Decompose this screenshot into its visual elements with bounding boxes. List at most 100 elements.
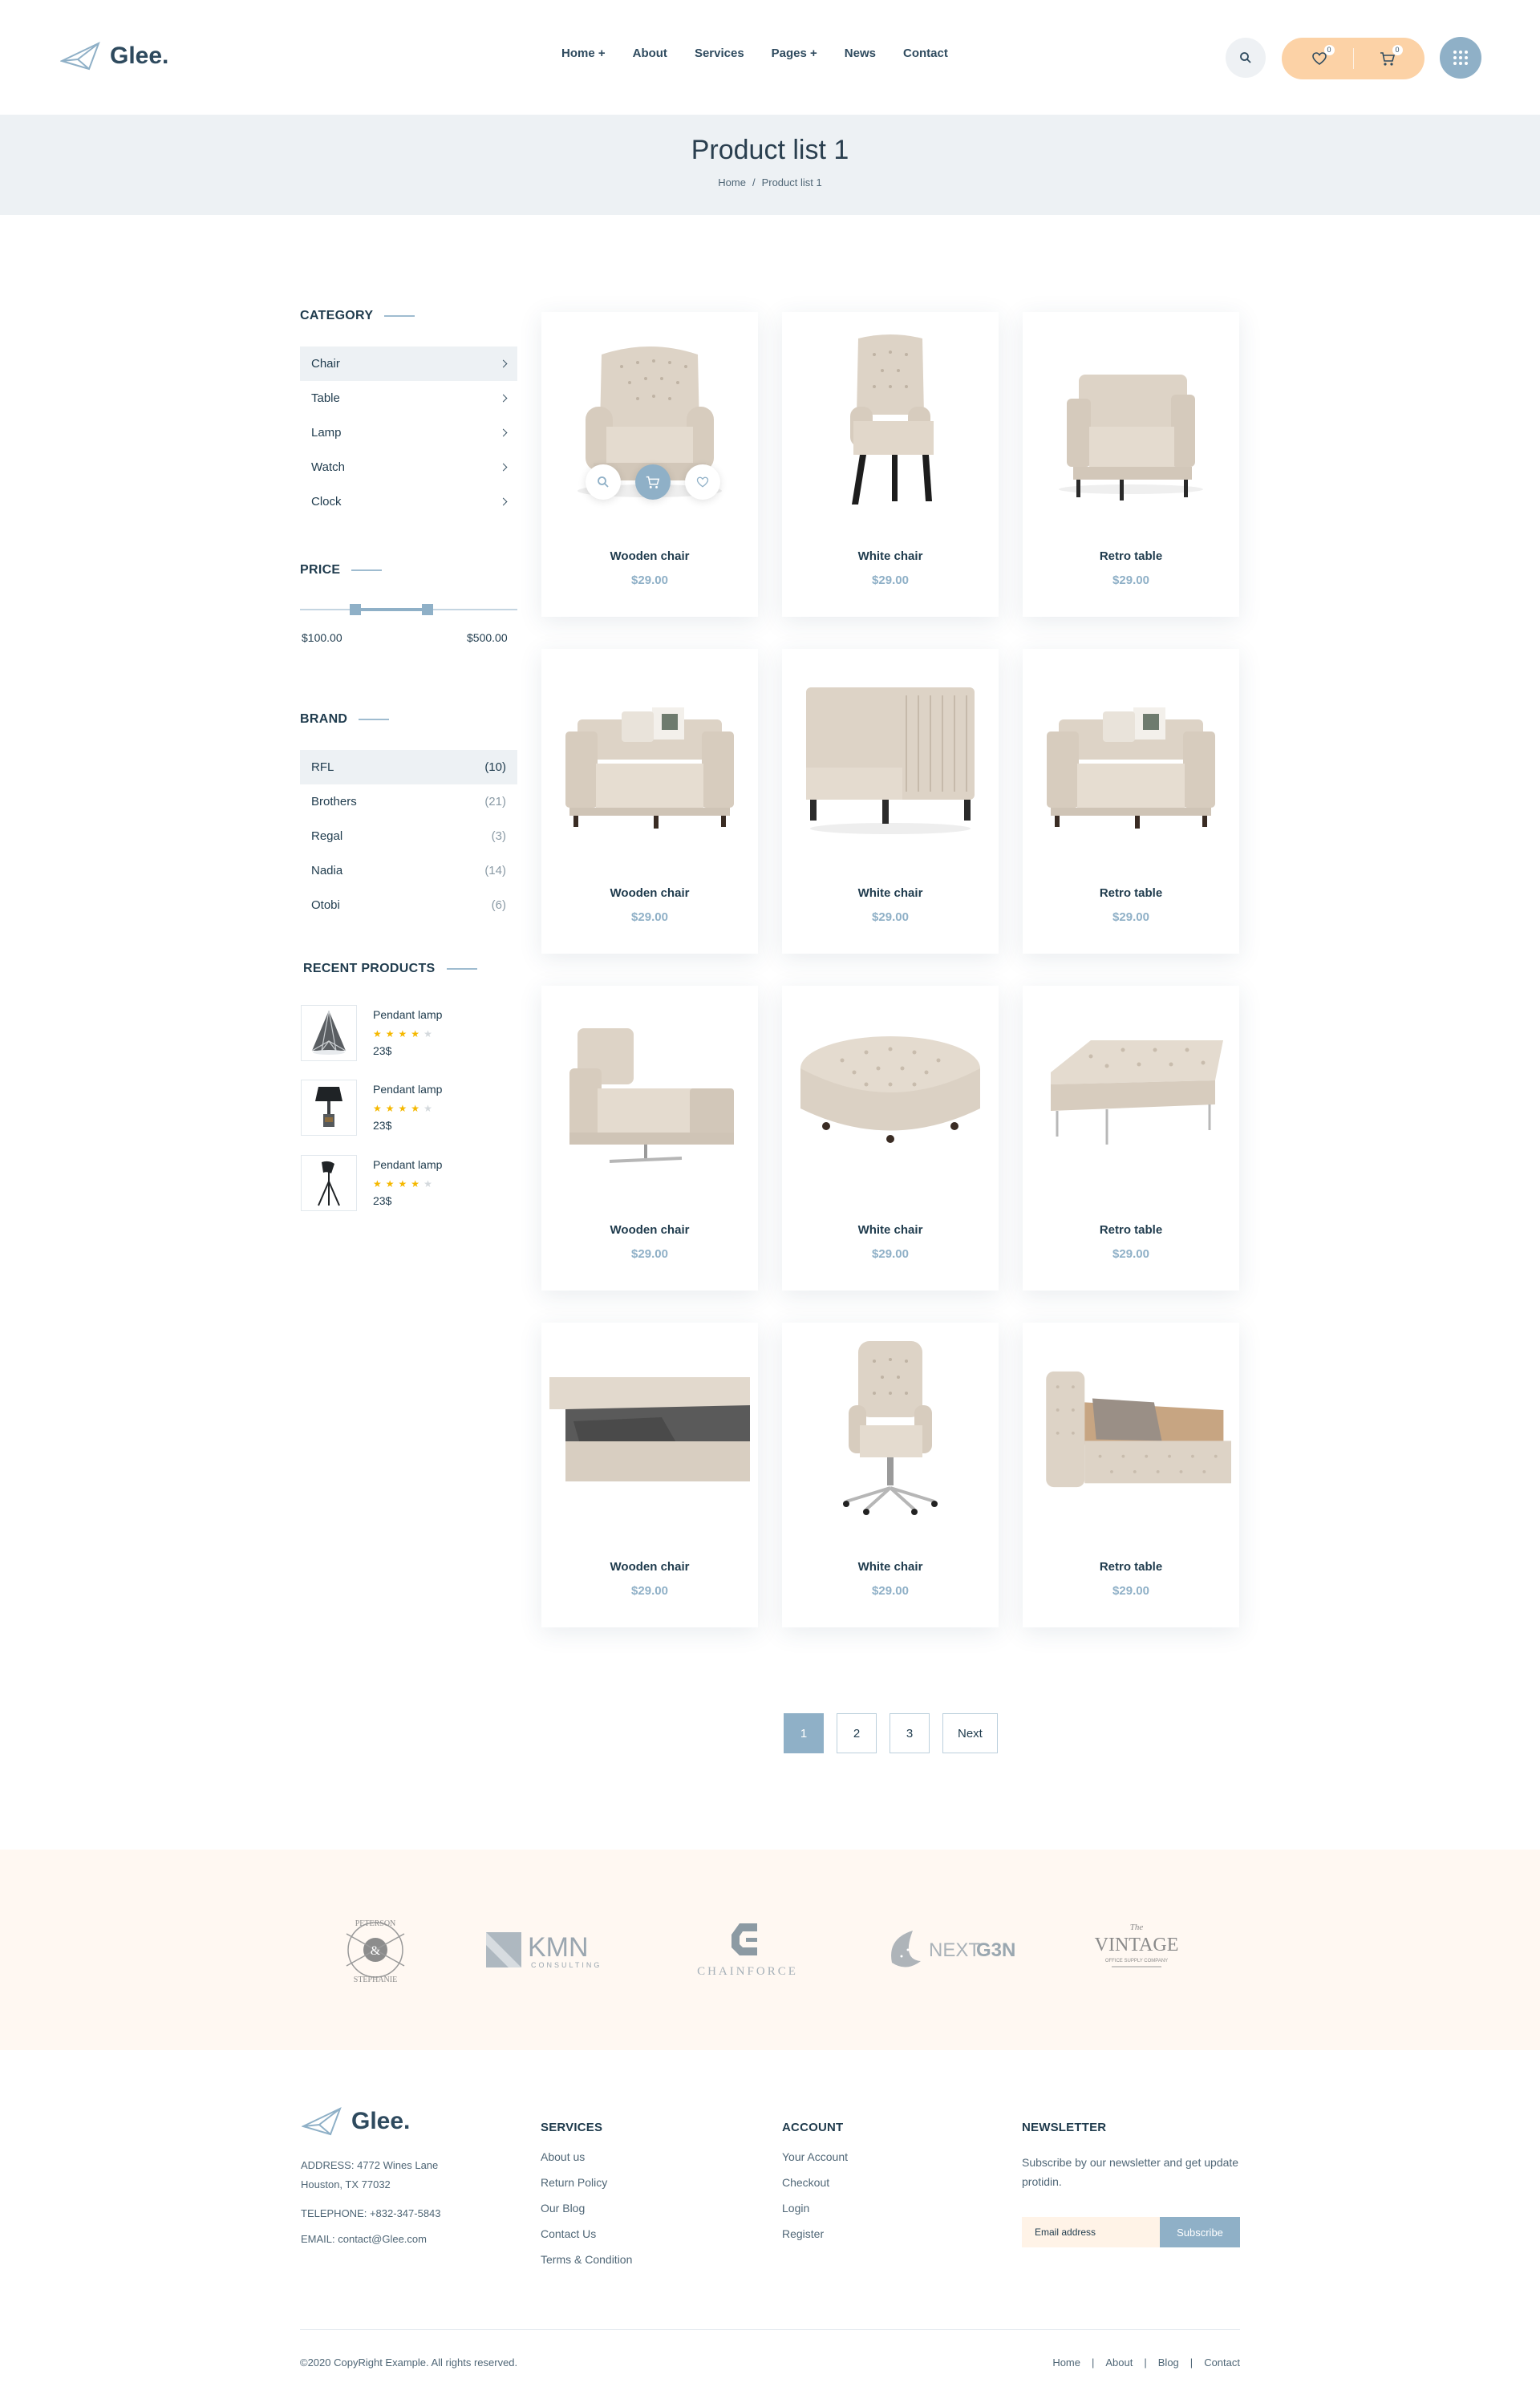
recent-product-item[interactable]: Pendant lamp ★★★★★ 23$ [301, 1155, 442, 1211]
category-item-chair[interactable]: Chair [300, 346, 517, 381]
product-name[interactable]: White chair [782, 886, 999, 900]
brand-item-brothers[interactable]: Brothers (21) [300, 784, 517, 819]
bottom-link-home[interactable]: Home [1052, 2356, 1080, 2369]
footer-link-return-policy[interactable]: Return Policy [541, 2176, 632, 2202]
brand-item-otobi[interactable]: Otobi (6) [300, 888, 517, 922]
brand-item-nadia[interactable]: Nadia (14) [300, 853, 517, 888]
recent-product-name[interactable]: Pendant lamp [373, 1158, 442, 1171]
product-price: $29.00 [1112, 573, 1149, 587]
product-card[interactable]: Retro table $29.00 [1023, 986, 1239, 1291]
bottom-link-contact[interactable]: Contact [1204, 2356, 1240, 2369]
grid-dots-icon [1453, 51, 1468, 65]
price-slider-min-handle[interactable] [350, 604, 361, 615]
svg-text:G3N: G3N [976, 1939, 1015, 1961]
bottom-link-blog[interactable]: Blog [1158, 2356, 1179, 2369]
recent-product-thumbnail [301, 1155, 357, 1211]
brand-label: RFL [311, 760, 334, 774]
site-logo[interactable]: Glee. [60, 40, 168, 72]
product-card[interactable]: White chair $29.00 [782, 649, 999, 954]
footer-services-links: About us Return Policy Our Blog Contact … [541, 2150, 632, 2279]
add-to-cart-button[interactable] [635, 464, 671, 500]
brand-item-regal[interactable]: Regal (3) [300, 819, 517, 853]
cart-icon [646, 476, 660, 488]
nav-about[interactable]: About [633, 47, 667, 60]
footer-address: ADDRESS: 4772 Wines Lane Houston, TX 770… [301, 2156, 438, 2194]
brand-item-rfl[interactable]: RFL (10) [300, 750, 517, 784]
product-card[interactable]: Retro table $29.00 [1023, 312, 1239, 617]
nav-home[interactable]: Home + [561, 47, 606, 60]
page-2-button[interactable]: 2 [837, 1713, 877, 1753]
category-label: Watch [311, 460, 345, 474]
footer-email[interactable]: EMAIL: contact@Glee.com [301, 2230, 427, 2249]
footer-link-register[interactable]: Register [782, 2227, 848, 2253]
product-card[interactable]: Retro table $29.00 [1023, 649, 1239, 954]
add-to-wishlist-button[interactable] [685, 464, 720, 500]
link-separator: | [1189, 2356, 1194, 2369]
nav-contact[interactable]: Contact [903, 47, 948, 60]
nav-news[interactable]: News [845, 47, 876, 60]
breadcrumb-home[interactable]: Home [718, 176, 746, 188]
category-item-table[interactable]: Table [300, 381, 517, 415]
newsletter-email-input[interactable] [1022, 2217, 1160, 2247]
footer-account-title: ACCOUNT [782, 2121, 844, 2134]
product-card[interactable]: Wooden chair $29.00 [541, 312, 758, 617]
tufted-bed-image [1046, 1371, 1231, 1488]
recent-product-name[interactable]: Pendant lamp [373, 1083, 442, 1096]
product-card[interactable]: White chair $29.00 [782, 1323, 999, 1627]
svg-text:OFFICE SUPPLY COMPANY: OFFICE SUPPLY COMPANY [1105, 1959, 1168, 1963]
page-title-band: Product list 1 Home / Product list 1 [0, 115, 1540, 215]
product-name[interactable]: Wooden chair [541, 1560, 758, 1574]
product-name[interactable]: Retro table [1023, 549, 1239, 563]
nav-services[interactable]: Services [695, 47, 744, 60]
product-card[interactable]: Retro table $29.00 [1023, 1323, 1239, 1627]
page-1-button[interactable]: 1 [784, 1713, 824, 1753]
cart-button[interactable]: 0 [1379, 45, 1403, 67]
recent-product-item[interactable]: Pendant lamp ★★★★★ 23$ [301, 1080, 442, 1136]
wishlist-button[interactable]: 0 [1311, 45, 1335, 67]
search-button[interactable] [1226, 38, 1266, 78]
product-card[interactable]: Wooden chair $29.00 [541, 1323, 758, 1627]
recent-product-thumbnail [301, 1080, 357, 1136]
footer-link-login[interactable]: Login [782, 2202, 848, 2227]
quick-view-button[interactable] [586, 464, 621, 500]
wishlist-cart-pill: 0 0 [1282, 38, 1424, 79]
product-price: $29.00 [1112, 910, 1149, 924]
footer-link-about-us[interactable]: About us [541, 2150, 632, 2176]
nav-pages[interactable]: Pages + [772, 47, 817, 60]
category-item-clock[interactable]: Clock [300, 484, 517, 519]
bottom-link-about[interactable]: About [1105, 2356, 1133, 2369]
product-card[interactable]: White chair $29.00 [782, 986, 999, 1291]
product-name[interactable]: Wooden chair [541, 549, 758, 563]
breadcrumb-separator: / [752, 176, 756, 188]
product-name[interactable]: White chair [782, 549, 999, 563]
next-page-button[interactable]: Next [942, 1713, 998, 1753]
product-name[interactable]: Retro table [1023, 1560, 1239, 1574]
category-heading: CATEGORY [300, 309, 415, 323]
footer-link-contact-us[interactable]: Contact Us [541, 2227, 632, 2253]
recent-product-name[interactable]: Pendant lamp [373, 1008, 442, 1021]
footer-link-your-account[interactable]: Your Account [782, 2150, 848, 2176]
page-3-button[interactable]: 3 [890, 1713, 930, 1753]
product-card[interactable]: Wooden chair $29.00 [541, 986, 758, 1291]
product-image [790, 1337, 991, 1522]
footer-logo[interactable]: Glee. [302, 2105, 410, 2138]
category-item-watch[interactable]: Watch [300, 450, 517, 484]
subscribe-button[interactable]: Subscribe [1160, 2217, 1240, 2247]
product-card[interactable]: Wooden chair $29.00 [541, 649, 758, 954]
category-item-lamp[interactable]: Lamp [300, 415, 517, 450]
product-name[interactable]: Wooden chair [541, 886, 758, 900]
product-name[interactable]: Retro table [1023, 886, 1239, 900]
footer-link-checkout[interactable]: Checkout [782, 2176, 848, 2202]
price-slider-max-handle[interactable] [422, 604, 433, 615]
product-name[interactable]: Wooden chair [541, 1223, 758, 1237]
footer-link-our-blog[interactable]: Our Blog [541, 2202, 632, 2227]
menu-grid-button[interactable] [1440, 37, 1481, 79]
recent-product-item[interactable]: Pendant lamp ★★★★★ 23$ [301, 1005, 442, 1061]
product-name[interactable]: White chair [782, 1560, 999, 1574]
footer-link-terms[interactable]: Terms & Condition [541, 2253, 632, 2279]
price-slider-range [355, 608, 429, 611]
product-card[interactable]: White chair $29.00 [782, 312, 999, 617]
product-name[interactable]: White chair [782, 1223, 999, 1237]
brand-count: (3) [491, 829, 506, 843]
product-name[interactable]: Retro table [1023, 1223, 1239, 1237]
